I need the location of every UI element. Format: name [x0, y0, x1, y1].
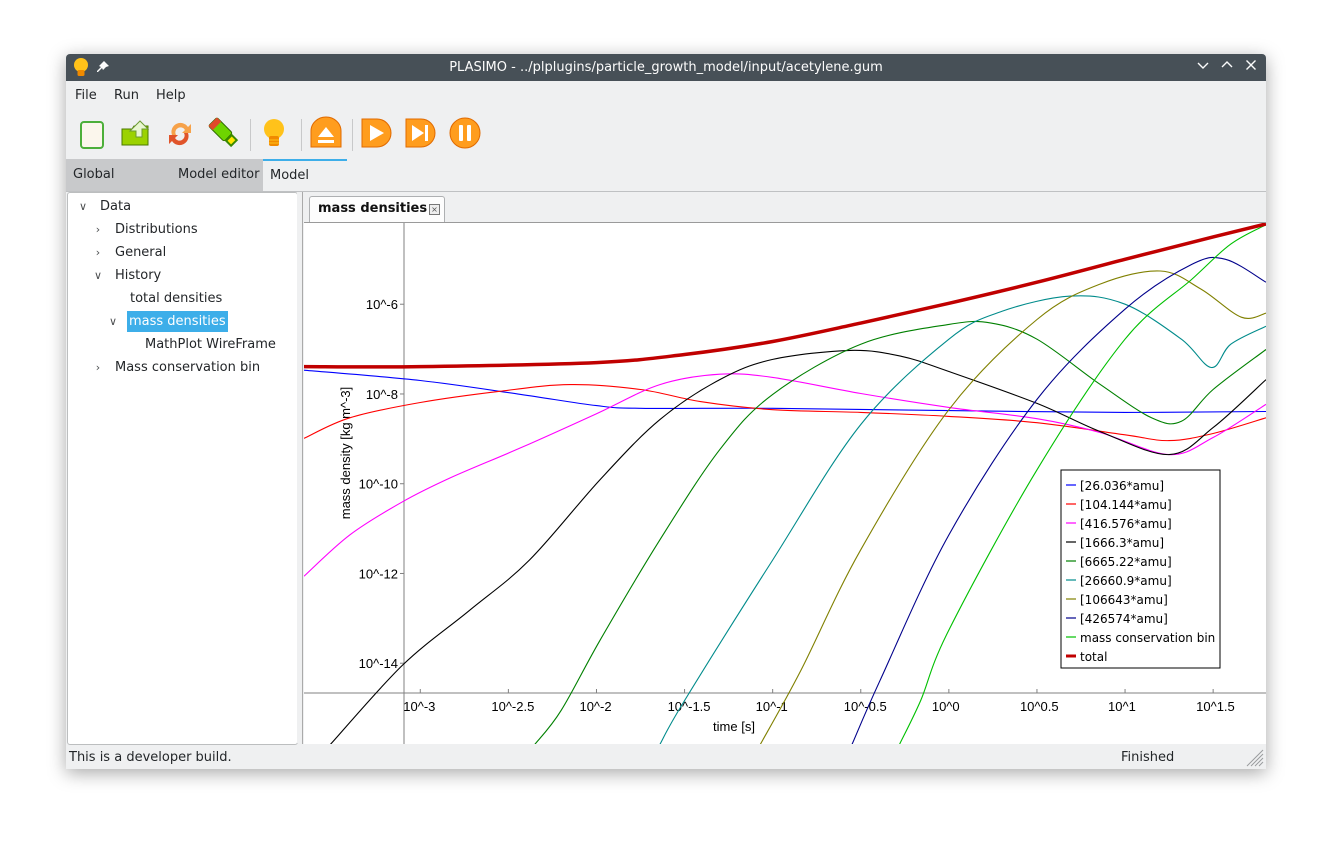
tree-item-history[interactable]: History: [115, 265, 161, 286]
mass-density-chart: 10^-3 10^-2.5 10^-2 10^-1.5 10^-1 10^-0.5 10^0…: [304, 223, 1266, 744]
chevron-right-icon[interactable]: ›: [92, 242, 104, 263]
plot-panel: mass densities × 10^-3 10^-2.5 10^-2 10^-1.…: [302, 192, 1266, 744]
chevron-down-icon[interactable]: ∨: [77, 196, 89, 217]
x-tick-label: 10^-2.5: [491, 699, 534, 714]
chevron-down-icon: [1197, 62, 1209, 69]
legend-label: [26.036*amu]: [1080, 479, 1164, 493]
legend-label: [104.144*amu]: [1080, 498, 1172, 512]
maximize-button[interactable]: [1218, 59, 1236, 77]
plot-tab-mass-densities[interactable]: mass densities ×: [309, 196, 445, 222]
close-button[interactable]: [1242, 59, 1260, 77]
plot-tab-label: mass densities: [318, 201, 428, 216]
series-total-line: [304, 223, 1266, 369]
usb-save-icon: [208, 117, 239, 148]
eject-button[interactable]: [308, 115, 344, 151]
menu-help[interactable]: Help: [156, 88, 186, 103]
chevron-down-icon[interactable]: ∨: [107, 311, 119, 332]
x-tick-label: 10^-1: [756, 699, 788, 714]
data-tree[interactable]: ∨ Data › Distributions › General ∨ Histo…: [67, 192, 298, 745]
tree-item-mass-conservation-bin[interactable]: Mass conservation bin: [115, 357, 260, 378]
x-tick-label: 10^-3: [403, 699, 435, 714]
close-icon[interactable]: ×: [429, 204, 440, 215]
new-document-icon: [80, 121, 104, 149]
status-message: This is a developer build.: [69, 750, 232, 765]
tree-item-mass-densities[interactable]: mass densities: [127, 311, 228, 332]
minimize-button[interactable]: [1194, 59, 1212, 77]
tree-item-distributions[interactable]: Distributions: [115, 219, 198, 240]
tree-item-data[interactable]: Data: [100, 196, 131, 217]
open-folder-icon: [121, 120, 150, 146]
x-tick-label: 10^1.5: [1196, 699, 1235, 714]
chevron-right-icon[interactable]: ›: [92, 357, 104, 378]
y-tick-label: 10^-8: [366, 387, 398, 402]
tab-model-editor[interactable]: Model editor: [171, 159, 268, 191]
chevron-down-icon[interactable]: ∨: [92, 265, 104, 286]
new-button[interactable]: [74, 115, 110, 151]
legend-label: total: [1080, 650, 1107, 664]
close-icon: [1246, 60, 1256, 70]
window-title: PLASIMO - ../plplugins/particle_growth_m…: [449, 60, 883, 75]
toolbar: [66, 109, 1266, 159]
y-tick-label: 10^-6: [366, 297, 398, 312]
tree-item-general[interactable]: General: [115, 242, 166, 263]
legend-label: mass conservation bin: [1080, 631, 1215, 645]
open-button[interactable]: [118, 115, 154, 151]
reload-button[interactable]: [162, 115, 198, 151]
toolbar-separator: [352, 119, 353, 151]
y-tick-label: 10^-14: [359, 656, 398, 671]
menu-file[interactable]: File: [75, 88, 97, 103]
play-icon: [361, 118, 392, 148]
y-axis-label: mass density [kg m^-3]: [338, 387, 353, 520]
x-tick-label: 10^-2: [579, 699, 611, 714]
save-button[interactable]: [206, 115, 242, 151]
menu-bar: File Run Help: [66, 81, 1266, 109]
eject-icon: [310, 116, 342, 148]
status-bar: This is a developer build. Finished: [66, 745, 1266, 769]
tab-model-data[interactable]: Model data: [263, 159, 347, 213]
x-tick-label: 10^-1.5: [668, 699, 711, 714]
status-state: Finished: [1121, 750, 1175, 765]
legend-label: [426574*amu]: [1080, 612, 1168, 626]
x-tick-label: 10^0: [932, 699, 960, 714]
pause-button[interactable]: [447, 115, 483, 151]
plot-area[interactable]: 10^-3 10^-2.5 10^-2 10^-1.5 10^-1 10^-0.5 10^0…: [304, 222, 1266, 744]
x-axis-label: time [s]: [713, 719, 755, 734]
toolbar-separator: [301, 119, 302, 151]
series-26-036-amu-line: [304, 369, 1266, 413]
step-forward-icon: [405, 118, 436, 148]
legend-label: [26660.9*amu]: [1080, 574, 1172, 588]
legend-label: [1666.3*amu]: [1080, 536, 1164, 550]
plasimo-button[interactable]: [256, 115, 292, 151]
x-tick-label: 10^-0.5: [844, 699, 887, 714]
title-bar[interactable]: PLASIMO - ../plplugins/particle_growth_m…: [66, 54, 1266, 81]
legend-label: [416.576*amu]: [1080, 517, 1172, 531]
y-tick-label: 10^-10: [359, 477, 398, 492]
x-tick-label: 10^1: [1108, 699, 1136, 714]
tree-item-total-densities[interactable]: total densities: [130, 288, 222, 309]
y-tick-label: 10^-12: [359, 566, 398, 581]
app-window: PLASIMO - ../plplugins/particle_growth_m…: [66, 54, 1266, 769]
tree-item-mathplot-wireframe[interactable]: MathPlot WireFrame: [145, 334, 276, 355]
step-button[interactable]: [403, 115, 439, 151]
legend-label: [6665.22*amu]: [1080, 555, 1172, 569]
menu-run[interactable]: Run: [114, 88, 139, 103]
legend-label: [106643*amu]: [1080, 593, 1168, 607]
x-tick-label: 10^0.5: [1020, 699, 1059, 714]
run-button[interactable]: [359, 115, 395, 151]
toolbar-separator: [250, 119, 251, 151]
lightbulb-icon: [264, 119, 284, 146]
resize-grip-icon[interactable]: [1246, 749, 1264, 767]
chevron-up-icon: [1221, 61, 1233, 68]
chevron-right-icon[interactable]: ›: [92, 219, 104, 240]
reload-icon: [169, 122, 191, 146]
main-tabs: Global settings Model editor Model data: [66, 159, 1266, 214]
pause-icon: [449, 117, 481, 149]
tab-global-settings[interactable]: Global settings: [66, 159, 171, 214]
